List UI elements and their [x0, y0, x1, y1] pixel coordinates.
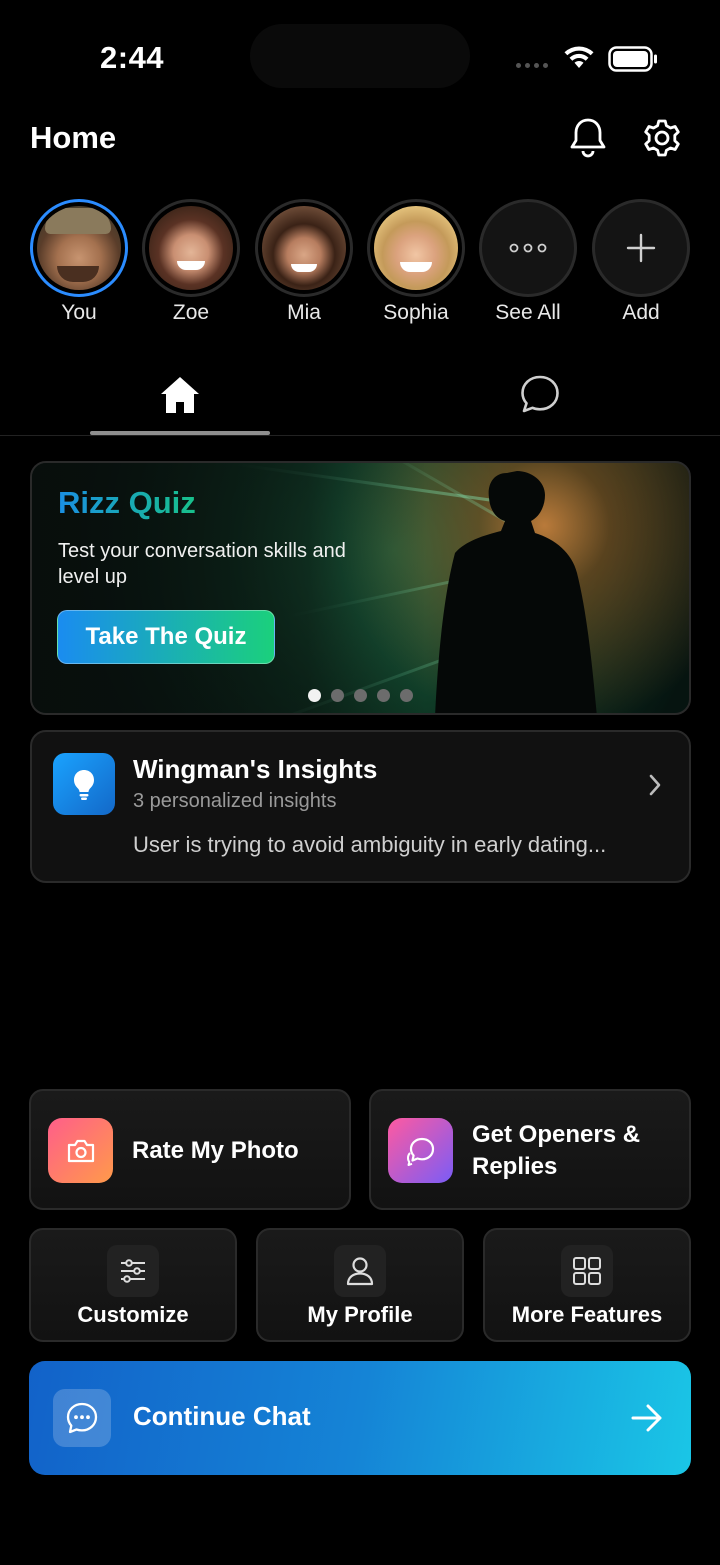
- rizz-quiz-banner[interactable]: Rizz Quiz Test your conversation skills …: [30, 461, 691, 715]
- plus-icon: [626, 233, 656, 263]
- status-time: 2:44: [100, 40, 165, 75]
- carousel-dot[interactable]: [331, 689, 344, 702]
- battery-icon: [608, 46, 657, 72]
- cellular-signal-icon: [516, 63, 548, 68]
- carousel-dot[interactable]: [308, 689, 321, 702]
- story-label: Add: [622, 301, 660, 324]
- banner-title: Rizz Quiz: [58, 485, 196, 520]
- chevron-right-icon[interactable]: [646, 772, 664, 798]
- grid-icon: [561, 1245, 613, 1297]
- rate-my-photo-label: Rate My Photo: [132, 1137, 299, 1164]
- continue-chat-label: Continue Chat: [133, 1401, 311, 1431]
- customize-button[interactable]: Customize: [29, 1228, 237, 1342]
- more-features-label: More Features: [511, 1302, 663, 1327]
- get-openers-replies-button[interactable]: Get Openers & Replies: [369, 1089, 691, 1210]
- story-label: You: [61, 301, 97, 324]
- wifi-icon: [564, 46, 594, 68]
- story-label: Mia: [287, 301, 321, 324]
- my-profile-button[interactable]: My Profile: [256, 1228, 464, 1342]
- avatar-mia[interactable]: [255, 199, 353, 297]
- dynamic-island: [250, 24, 470, 88]
- camera-icon: [48, 1118, 113, 1183]
- bell-icon[interactable]: [568, 116, 608, 160]
- chat-bubble-icon[interactable]: [520, 374, 560, 414]
- get-openers-line1: Get Openers &: [472, 1121, 641, 1148]
- avatar-zoe[interactable]: [142, 199, 240, 297]
- story-label: Sophia: [383, 301, 449, 324]
- my-profile-label: My Profile: [307, 1302, 413, 1327]
- carousel-dot[interactable]: [354, 689, 367, 702]
- story-zoe[interactable]: Zoe: [141, 199, 241, 325]
- message-dots-icon: [53, 1389, 111, 1447]
- carousel-dot[interactable]: [377, 689, 390, 702]
- more-features-button[interactable]: More Features: [483, 1228, 691, 1342]
- banner-subtitle: Test your conversation skills and level …: [58, 540, 346, 588]
- get-openers-label: Get Openers & Replies: [472, 1119, 640, 1183]
- sliders-icon: [107, 1245, 159, 1297]
- continue-chat-button[interactable]: Continue Chat: [29, 1361, 691, 1475]
- insights-preview: User is trying to avoid ambiguity in ear…: [133, 832, 607, 857]
- get-openers-line2: Replies: [472, 1153, 558, 1180]
- status-bar: 2:44: [0, 0, 720, 110]
- carousel-dots[interactable]: [308, 689, 413, 702]
- more-dots-icon: [509, 243, 547, 253]
- rate-my-photo-button[interactable]: Rate My Photo: [29, 1089, 351, 1210]
- story-mia[interactable]: Mia: [254, 199, 354, 325]
- add-button[interactable]: Add: [591, 199, 691, 325]
- user-icon: [334, 1245, 386, 1297]
- insights-title: Wingman's Insights: [133, 754, 378, 784]
- customize-label: Customize: [77, 1302, 189, 1327]
- wingman-insights-card[interactable]: Wingman's Insights 3 personalized insigh…: [30, 730, 691, 883]
- insights-count: 3 personalized insights: [133, 790, 337, 812]
- add-circle[interactable]: [592, 199, 690, 297]
- take-quiz-button[interactable]: Take The Quiz: [57, 610, 275, 664]
- story-sophia[interactable]: Sophia: [366, 199, 466, 325]
- avatar-sophia[interactable]: [367, 199, 465, 297]
- carousel-dot[interactable]: [400, 689, 413, 702]
- chat-icon: [388, 1118, 453, 1183]
- lightbulb-icon: [53, 753, 115, 815]
- tab-bar: [0, 360, 720, 436]
- story-label: Zoe: [172, 301, 210, 324]
- home-icon[interactable]: [158, 374, 202, 416]
- avatar-you[interactable]: [30, 199, 128, 297]
- see-all-circle[interactable]: [479, 199, 577, 297]
- tab-indicator: [90, 431, 270, 435]
- story-you[interactable]: You: [29, 199, 129, 325]
- page-title: Home: [30, 120, 117, 155]
- story-label: See All: [495, 301, 561, 324]
- arrow-right-icon: [631, 1404, 662, 1432]
- see-all-button[interactable]: See All: [478, 199, 578, 325]
- silhouette-figure: [435, 471, 597, 713]
- gear-icon[interactable]: [641, 116, 683, 160]
